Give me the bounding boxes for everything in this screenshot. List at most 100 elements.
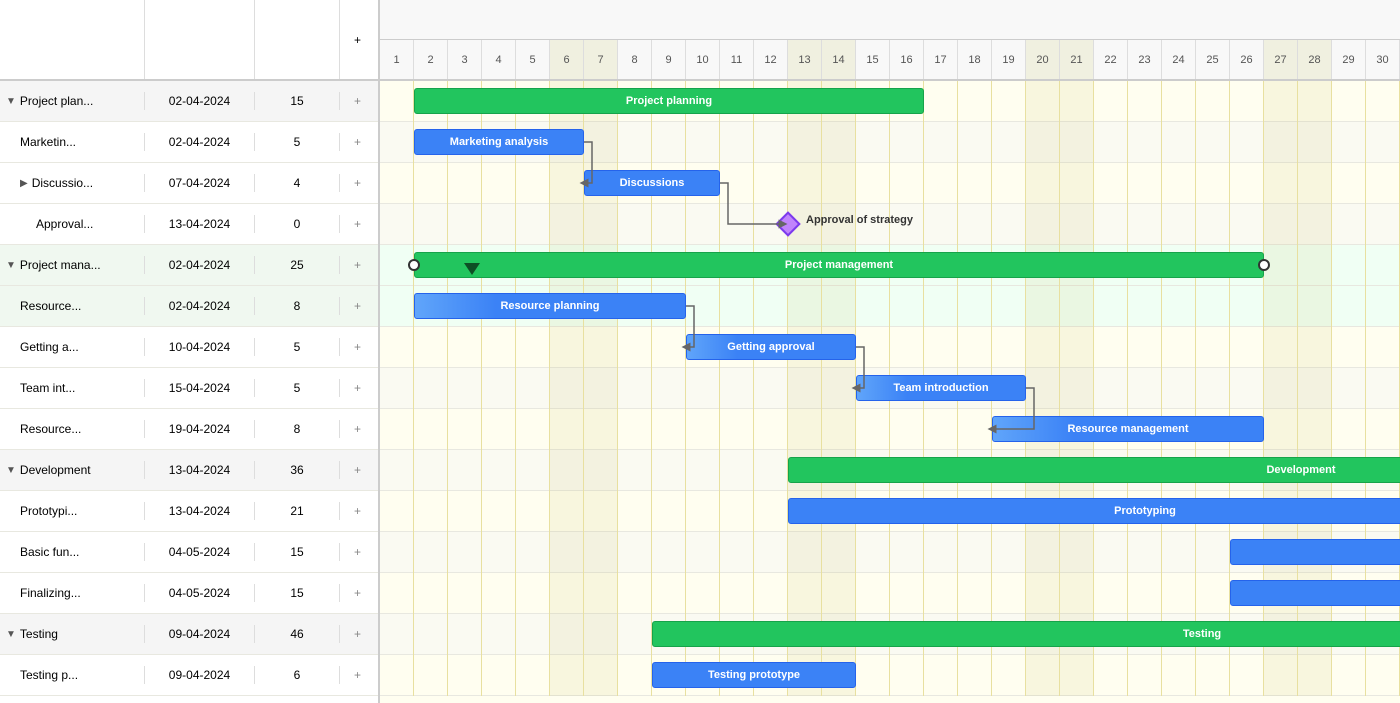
cursor-indicator bbox=[464, 263, 480, 275]
add-btn-0[interactable]: + bbox=[340, 94, 375, 108]
expand-icon-13[interactable]: ▼ bbox=[6, 629, 16, 640]
start-date-9: 13-04-2024 bbox=[145, 461, 255, 479]
bar-row-4[interactable]: Project management bbox=[414, 252, 1264, 278]
day-header-21: 22 bbox=[1094, 40, 1128, 79]
add-btn-14[interactable]: + bbox=[340, 668, 375, 682]
add-btn-2[interactable]: + bbox=[340, 176, 375, 190]
start-date-7: 15-04-2024 bbox=[145, 379, 255, 397]
duration-13: 46 bbox=[255, 625, 340, 643]
bar-row-6[interactable]: Getting approval bbox=[686, 334, 856, 360]
task-name-7: Team int... bbox=[0, 379, 145, 397]
add-btn-8[interactable]: + bbox=[340, 422, 375, 436]
task-name-14: Testing p... bbox=[0, 666, 145, 684]
day-header-7: 8 bbox=[618, 40, 652, 79]
day-header-18: 19 bbox=[992, 40, 1026, 79]
day-header-10: 11 bbox=[720, 40, 754, 79]
day-header-19: 20 bbox=[1026, 40, 1060, 79]
add-btn-5[interactable]: + bbox=[340, 299, 375, 313]
left-panel: + ▼ Project plan... 02-04-2024 15 + Mark… bbox=[0, 0, 380, 703]
add-btn-7[interactable]: + bbox=[340, 381, 375, 395]
expand-icon-9[interactable]: ▼ bbox=[6, 465, 16, 476]
start-date-14: 09-04-2024 bbox=[145, 666, 255, 684]
task-name-10: Prototypi... bbox=[0, 502, 145, 520]
grid-col-22 bbox=[1128, 81, 1162, 696]
bar-row-8[interactable]: Resource management bbox=[992, 416, 1264, 442]
day-header-20: 21 bbox=[1060, 40, 1094, 79]
day-header-8: 9 bbox=[652, 40, 686, 79]
add-btn-10[interactable]: + bbox=[340, 504, 375, 518]
task-name-11: Basic fun... bbox=[0, 543, 145, 561]
bar-row-10[interactable]: Prototyping bbox=[788, 498, 1400, 524]
day-header-0: 1 bbox=[380, 40, 414, 79]
start-date-12: 04-05-2024 bbox=[145, 584, 255, 602]
task-name-12: Finalizing... bbox=[0, 584, 145, 602]
add-btn-9[interactable]: + bbox=[340, 463, 375, 477]
days-row: 1234567891011121314151617181920212223242… bbox=[380, 40, 1400, 81]
task-row-3: Approval... 13-04-2024 0 + bbox=[0, 204, 378, 245]
add-btn-6[interactable]: + bbox=[340, 340, 375, 354]
bar-row-1[interactable]: Marketing analysis bbox=[414, 129, 584, 155]
start-date-0: 02-04-2024 bbox=[145, 92, 255, 110]
add-btn-3[interactable]: + bbox=[340, 217, 375, 231]
add-btn-13[interactable]: + bbox=[340, 627, 375, 641]
task-row-13: ▼ Testing 09-04-2024 46 + bbox=[0, 614, 378, 655]
task-name-4: ▼ Project mana... bbox=[0, 256, 145, 274]
bar-row-12[interactable]: Finalizing... bbox=[1230, 580, 1400, 606]
bar-row-5[interactable]: Resource planning bbox=[414, 293, 686, 319]
day-header-14: 15 bbox=[856, 40, 890, 79]
start-date-8: 19-04-2024 bbox=[145, 420, 255, 438]
day-header-5: 6 bbox=[550, 40, 584, 79]
col-add[interactable]: + bbox=[340, 0, 375, 79]
duration-4: 25 bbox=[255, 256, 340, 274]
bar-row-7[interactable]: Team introduction bbox=[856, 375, 1026, 401]
day-header-15: 16 bbox=[890, 40, 924, 79]
task-name-0: ▼ Project plan... bbox=[0, 92, 145, 110]
duration-9: 36 bbox=[255, 461, 340, 479]
add-btn-11[interactable]: + bbox=[340, 545, 375, 559]
grid-col-2 bbox=[448, 81, 482, 696]
gantt-container: + ▼ Project plan... 02-04-2024 15 + Mark… bbox=[0, 0, 1400, 703]
month-label bbox=[380, 0, 1400, 40]
bar-row-0[interactable]: Project planning bbox=[414, 88, 924, 114]
task-row-2: ▶ Discussio... 07-04-2024 4 + bbox=[0, 163, 378, 204]
duration-12: 15 bbox=[255, 584, 340, 602]
start-date-1: 02-04-2024 bbox=[145, 133, 255, 151]
task-row-12: Finalizing... 04-05-2024 15 + bbox=[0, 573, 378, 614]
grid-col-3 bbox=[482, 81, 516, 696]
bar-row-14[interactable]: Testing prototype bbox=[652, 662, 856, 688]
task-row-9: ▼ Development 13-04-2024 36 + bbox=[0, 450, 378, 491]
bar-row-9[interactable]: Development bbox=[788, 457, 1400, 483]
circle-right-row-4 bbox=[1258, 259, 1270, 271]
duration-10: 21 bbox=[255, 502, 340, 520]
day-header-25: 26 bbox=[1230, 40, 1264, 79]
duration-6: 5 bbox=[255, 338, 340, 356]
add-btn-1[interactable]: + bbox=[340, 135, 375, 149]
task-row-0: ▼ Project plan... 02-04-2024 15 + bbox=[0, 81, 378, 122]
gantt-chart[interactable]: 1234567891011121314151617181920212223242… bbox=[380, 0, 1400, 703]
day-header-22: 23 bbox=[1128, 40, 1162, 79]
day-header-13: 14 bbox=[822, 40, 856, 79]
grid-col-24 bbox=[1196, 81, 1230, 696]
bar-row-13[interactable]: Testing bbox=[652, 621, 1400, 647]
bar-row-11[interactable]: Basic fun... bbox=[1230, 539, 1400, 565]
duration-0: 15 bbox=[255, 92, 340, 110]
day-header-26: 27 bbox=[1264, 40, 1298, 79]
circle-left-row-4 bbox=[408, 259, 420, 271]
expand-icon-2[interactable]: ▶ bbox=[20, 178, 28, 189]
bar-row-2[interactable]: Discussions bbox=[584, 170, 720, 196]
task-name-2: ▶ Discussio... bbox=[0, 174, 145, 192]
expand-icon-0[interactable]: ▼ bbox=[6, 96, 16, 107]
grid-col-21 bbox=[1094, 81, 1128, 696]
start-date-13: 09-04-2024 bbox=[145, 625, 255, 643]
duration-8: 8 bbox=[255, 420, 340, 438]
day-header-4: 5 bbox=[516, 40, 550, 79]
expand-icon-4[interactable]: ▼ bbox=[6, 260, 16, 271]
grid-col-11 bbox=[754, 81, 788, 696]
day-header-27: 28 bbox=[1298, 40, 1332, 79]
task-name-8: Resource... bbox=[0, 420, 145, 438]
task-name-5: Resource... bbox=[0, 297, 145, 315]
add-btn-12[interactable]: + bbox=[340, 586, 375, 600]
day-header-24: 25 bbox=[1196, 40, 1230, 79]
start-date-10: 13-04-2024 bbox=[145, 502, 255, 520]
add-btn-4[interactable]: + bbox=[340, 258, 375, 272]
